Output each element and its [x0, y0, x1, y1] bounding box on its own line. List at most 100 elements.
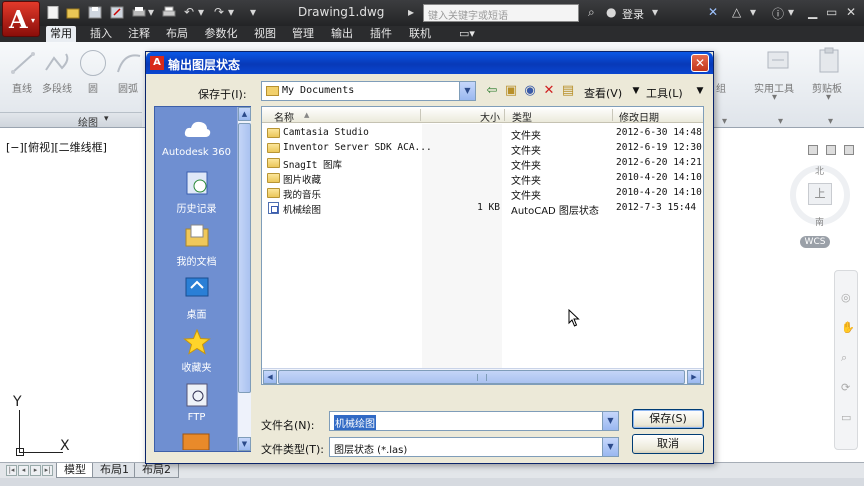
ribbon-tab-view[interactable]: 视图: [250, 26, 280, 42]
save-button[interactable]: 保存(S): [632, 409, 704, 429]
circle-tool-label[interactable]: 圆: [88, 80, 98, 95]
orbit-icon[interactable]: ⟳: [841, 381, 850, 394]
file-row[interactable]: Inventor Server SDK ACA... 文件夹 2012-6-19…: [262, 141, 703, 157]
ribbon-tab-insert[interactable]: 插入: [86, 26, 116, 42]
clipboard-footer-dropdown-icon[interactable]: ▾: [828, 116, 833, 127]
line-tool-label[interactable]: 直线: [12, 80, 32, 95]
new-file-icon[interactable]: [46, 6, 60, 19]
place-autodesk-360[interactable]: Autodesk 360: [155, 117, 238, 158]
ribbon-tab-home[interactable]: 常用: [46, 26, 76, 42]
dialog-title-bar[interactable]: A 输出图层状态 ✕: [146, 52, 713, 74]
line-tool-icon[interactable]: [10, 50, 36, 76]
viewport-close-icon[interactable]: [844, 145, 854, 155]
ribbon-tab-plugins[interactable]: 插件: [366, 26, 396, 42]
pan-icon[interactable]: ✋: [841, 321, 855, 334]
scroll-up-icon[interactable]: ▲: [238, 107, 251, 121]
views-menu[interactable]: 查看(V): [584, 85, 622, 101]
triangle-icon[interactable]: △: [732, 5, 741, 19]
ribbon-tab-parametric[interactable]: 参数化: [200, 26, 242, 42]
chevron-down-icon[interactable]: ▼: [602, 412, 618, 430]
help-icon[interactable]: ⓘ: [772, 5, 784, 22]
place-my-documents[interactable]: 我的文档: [155, 223, 238, 268]
save-icon[interactable]: [88, 6, 102, 19]
up-folder-icon[interactable]: ▣: [503, 83, 519, 99]
undo-icon[interactable]: ↶: [184, 5, 194, 19]
utilities-dropdown-icon[interactable]: ▾: [772, 92, 777, 103]
clipboard-dropdown-icon[interactable]: ▾: [826, 92, 831, 103]
arc-tool-icon[interactable]: [114, 50, 142, 76]
back-icon[interactable]: ⇦: [484, 83, 500, 99]
viewport-controls-label[interactable]: [−][俯视][二维线框]: [6, 139, 107, 155]
save-as-icon[interactable]: [110, 6, 124, 19]
open-folder-icon[interactable]: [66, 6, 80, 19]
next-layout-icon[interactable]: ▸: [30, 465, 41, 476]
layout-tab-layout1[interactable]: 布局1: [92, 463, 137, 478]
column-size-header[interactable]: 大小: [480, 109, 500, 124]
viewcube-top-face[interactable]: 上: [808, 183, 832, 205]
save-in-dropdown[interactable]: My Documents ▼: [261, 81, 476, 101]
utilities-footer-dropdown-icon[interactable]: ▾: [778, 116, 783, 127]
place-favorites[interactable]: 收藏夹: [155, 329, 238, 374]
compass-north[interactable]: 北: [815, 164, 824, 177]
utilities-icon[interactable]: [764, 46, 792, 74]
circle-tool-icon[interactable]: [80, 50, 106, 76]
places-scrollbar[interactable]: ▲ ▼: [237, 107, 251, 451]
undo-dropdown-icon[interactable]: ▾: [198, 5, 204, 19]
zoom-icon[interactable]: ⌕: [841, 351, 847, 365]
redo-dropdown-icon[interactable]: ▾: [228, 5, 234, 19]
column-separator[interactable]: [612, 109, 613, 121]
navigation-bar[interactable]: ◎ ✋ ⌕ ⟳ ▭: [834, 270, 858, 450]
file-row[interactable]: Camtasia Studio 文件夹 2012-6-30 14:48: [262, 126, 703, 142]
help-dropdown-icon[interactable]: ▾: [788, 5, 794, 19]
layout-tab-model[interactable]: 模型: [56, 463, 94, 478]
place-ftp[interactable]: FTP: [155, 382, 238, 423]
compass-south[interactable]: 南: [815, 215, 824, 228]
triangle-dropdown-icon[interactable]: ▾: [750, 5, 756, 19]
print-icon[interactable]: [162, 6, 176, 19]
delete-icon[interactable]: ✕: [541, 83, 557, 99]
buzzsaw-folder-icon[interactable]: [181, 430, 211, 450]
minimize-icon[interactable]: ▁: [808, 5, 817, 19]
previous-layout-icon[interactable]: ◂: [18, 465, 29, 476]
close-icon[interactable]: ✕: [846, 5, 856, 19]
column-separator[interactable]: [504, 109, 505, 121]
ribbon-tab-output[interactable]: 输出: [327, 26, 357, 42]
place-history[interactable]: 历史记录: [155, 170, 238, 215]
last-layout-icon[interactable]: ▸|: [42, 465, 53, 476]
wcs-menu[interactable]: WCS: [800, 236, 830, 248]
search-web-icon[interactable]: ◉: [522, 83, 538, 99]
views-dropdown-icon[interactable]: ▼: [628, 83, 644, 99]
dropdown-icon[interactable]: ▾: [148, 5, 154, 19]
ribbon-tab-online[interactable]: 联机: [405, 26, 435, 42]
column-type-header[interactable]: 类型: [512, 109, 532, 124]
ribbon-tab-annotate[interactable]: 注释: [124, 26, 154, 42]
tools-dropdown-icon[interactable]: ▼: [692, 83, 708, 99]
scroll-down-icon[interactable]: ▼: [238, 437, 251, 451]
scrollbar-thumb[interactable]: [278, 370, 685, 384]
first-layout-icon[interactable]: |◂: [6, 465, 17, 476]
showmotion-icon[interactable]: ▭: [841, 411, 851, 424]
draw-panel-title[interactable]: 绘图: [78, 114, 98, 129]
ribbon-tab-manage[interactable]: 管理: [288, 26, 318, 42]
customize-quick-access-icon[interactable]: ▾: [250, 5, 256, 19]
viewport-minimize-icon[interactable]: [808, 145, 818, 155]
exchange-icon[interactable]: ✕: [708, 5, 718, 19]
polyline-tool-icon[interactable]: [44, 50, 72, 76]
scrollbar-thumb[interactable]: [238, 123, 251, 393]
column-name-header[interactable]: 名称: [274, 109, 294, 124]
expand-icon[interactable]: ▸: [408, 5, 414, 19]
column-date-header[interactable]: 修改日期: [619, 109, 659, 124]
draw-panel-footer[interactable]: 绘图 ▾: [0, 112, 142, 129]
group-dropdown-icon[interactable]: ▾: [722, 116, 727, 127]
search-input[interactable]: 键入关键字或短语: [423, 4, 579, 22]
dialog-close-button[interactable]: ✕: [691, 54, 709, 72]
file-name-value[interactable]: 机械绘图: [334, 415, 376, 430]
draw-panel-dropdown-icon[interactable]: ▾: [104, 114, 109, 124]
login-link[interactable]: 登录: [622, 6, 644, 22]
chevron-down-icon[interactable]: ▼: [602, 438, 618, 456]
layout-tab-layout2[interactable]: 布局2: [134, 463, 179, 478]
viewport-restore-icon[interactable]: [826, 145, 836, 155]
cancel-button[interactable]: 取消: [632, 434, 704, 454]
scroll-left-icon[interactable]: ◀: [263, 370, 277, 384]
scroll-right-icon[interactable]: ▶: [687, 370, 701, 384]
